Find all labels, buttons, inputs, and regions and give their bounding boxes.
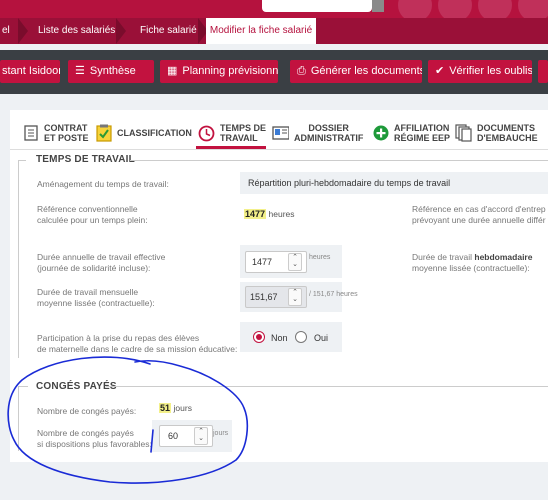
- repas-non-label: Non: [271, 333, 288, 343]
- checklist-icon: [95, 124, 112, 142]
- amenagement-select[interactable]: Répartition pluri-hebdomadaire du temps …: [240, 172, 548, 194]
- plus-circle-icon: [372, 124, 389, 142]
- tab-label: TRAVAIL: [220, 133, 258, 143]
- repas-oui-radio[interactable]: [295, 331, 307, 343]
- tab-label: CLASSIFICATION: [117, 128, 192, 138]
- clock-icon: [198, 124, 215, 142]
- reference-label: Référence conventionnelle calculée pour u…: [37, 204, 148, 225]
- breadcrumb-separator: [18, 18, 28, 44]
- section-border: [18, 160, 19, 358]
- generer-documents-button[interactable]: ⎙ Générer les documents: [290, 60, 422, 83]
- tab-label: DOCUMENTS: [477, 123, 535, 133]
- tab-temps-de-travail[interactable]: TEMPS DE TRAVAIL: [198, 118, 266, 148]
- duree-hebdo-label: Durée de travail hebdomadaire moyenne lis…: [412, 252, 533, 273]
- duree-mensuelle-unit: / 151,67 heures: [309, 291, 358, 298]
- reference-number: 1477: [244, 209, 267, 219]
- documents-icon: [455, 124, 472, 142]
- tabs-divider: [10, 149, 548, 150]
- list-icon: ☰: [75, 65, 85, 77]
- tab-label: RÉGIME EEP: [394, 133, 451, 143]
- duree-annuelle-value: 1477: [252, 257, 273, 267]
- verifier-label: Vérifier les oublis: [449, 65, 532, 77]
- contract-icon: [22, 124, 39, 142]
- duree-annuelle-stepper[interactable]: ⌃ ⌄: [288, 253, 302, 271]
- reference-accord-label: Référence en cas d'accord d'entrep prévoy…: [412, 204, 546, 225]
- tab-label: ADMINISTRATIF: [294, 133, 364, 143]
- more-actions-button[interactable]: [538, 60, 548, 83]
- duree-mensuelle-label: Durée de travail mensuelle moyenne lissée…: [37, 287, 155, 308]
- duree-mensuelle-stepper[interactable]: ⌃ ⌄: [288, 288, 302, 306]
- tab-label: TEMPS DE: [220, 123, 267, 133]
- planning-button[interactable]: ▦ Planning prévisionnel: [160, 60, 278, 83]
- tab-label: D'EMBAUCHE: [477, 133, 538, 143]
- breadcrumb-separator: [116, 18, 126, 44]
- calendar-icon: ▦: [167, 65, 178, 77]
- breadcrumb-item[interactable]: Fiche salarié: [140, 18, 197, 44]
- tab-label: AFFILIATION: [394, 123, 450, 133]
- tab-label: DOSSIER: [308, 123, 349, 133]
- top-search-button[interactable]: [372, 0, 384, 12]
- breadcrumb-item[interactable]: el: [2, 18, 10, 44]
- duree-annuelle-label: Durée annuelle de travail effective (jour…: [37, 252, 166, 273]
- tab-classification[interactable]: CLASSIFICATION: [95, 118, 192, 148]
- section-divider: [18, 160, 26, 161]
- employee-name-button[interactable]: stant Isidoor: [0, 60, 60, 83]
- duree-annuelle-input[interactable]: 1477 ⌃ ⌄: [245, 251, 307, 273]
- employee-name-label: stant Isidoor: [2, 65, 60, 77]
- hand-drawn-circle-annotation: [7, 356, 249, 484]
- verifier-oublis-button[interactable]: ✔ Vérifier les oublis: [428, 60, 532, 83]
- section-divider: [130, 160, 548, 161]
- breadcrumb-active-item: Modifier la fiche salarié: [206, 18, 316, 44]
- synthese-button[interactable]: ☰ Synthèse: [68, 60, 154, 83]
- action-toolbar: stant Isidoor ☰ Synthèse ▦ Planning prévis…: [0, 50, 548, 94]
- duree-mensuelle-value: 151,67: [250, 292, 278, 302]
- reference-unit: heures: [268, 209, 295, 219]
- tab-affiliation[interactable]: AFFILIATION RÉGIME EEP: [372, 118, 450, 148]
- section-title-temps: TEMPS DE TRAVAIL: [36, 154, 135, 165]
- amenagement-label: Aménagement du temps de travail:: [37, 179, 169, 189]
- duree-mensuelle-input[interactable]: 151,67 ⌃ ⌄: [245, 286, 307, 308]
- tab-contrat[interactable]: CONTRAT ET POSTE: [22, 118, 89, 148]
- synthese-label: Synthèse: [89, 65, 136, 77]
- tab-dossier-administratif[interactable]: DOSSIER ADMINISTRATIF: [272, 118, 363, 148]
- planning-label: Planning prévisionnel: [182, 65, 278, 77]
- top-search-input[interactable]: [262, 0, 372, 12]
- tab-label: CONTRAT: [44, 123, 88, 133]
- duree-annuelle-unit: heures: [309, 254, 331, 261]
- breadcrumb-item[interactable]: Liste des salariés: [38, 18, 115, 44]
- tab-documents-embauche[interactable]: DOCUMENTS D'EMBAUCHE: [455, 118, 538, 148]
- id-card-icon: [272, 124, 289, 142]
- check-icon: ✔: [435, 65, 445, 77]
- repas-oui-label: Oui: [314, 333, 329, 343]
- amenagement-value: Répartition pluri-hebdomadaire du temps …: [248, 178, 451, 188]
- printer-icon: ⎙: [297, 65, 306, 77]
- generer-label: Générer les documents: [310, 65, 422, 77]
- reference-value: 1477 heures: [244, 209, 295, 219]
- tab-label: ET POSTE: [44, 133, 89, 143]
